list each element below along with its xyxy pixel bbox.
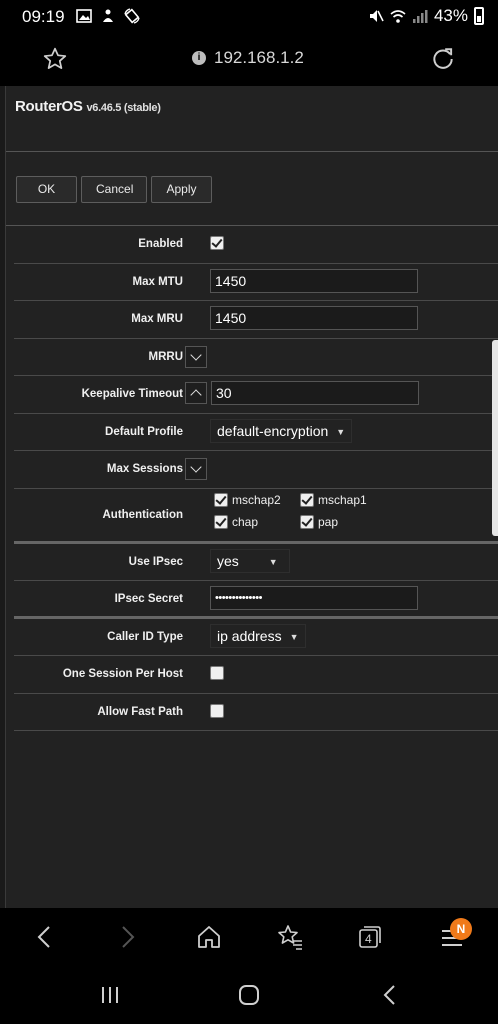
scrollbar-handle[interactable] (492, 340, 498, 536)
row-enabled: Enabled (14, 226, 498, 264)
status-bar: 09:19 43% (0, 0, 498, 34)
browser-url-bar: i 192.168.1.2 (0, 34, 498, 86)
tabs-button[interactable]: 4 (356, 924, 382, 950)
max-mru-label: Max MRU (131, 313, 183, 325)
battery-icon (474, 7, 484, 25)
max-mru-input[interactable]: 1450 (210, 306, 418, 330)
caller-id-type-value: ip address (217, 627, 282, 644)
row-max-mru: Max MRU 1450 (14, 301, 498, 339)
auth-pap-label: pap (318, 514, 339, 529)
auth-pap-checkbox[interactable] (300, 514, 314, 529)
system-back-icon[interactable] (380, 983, 400, 1007)
rotate-lock-icon (124, 8, 140, 24)
brand-title: RouterOS v6.46.5 (stable) (15, 98, 161, 115)
one-session-per-host-label: One Session Per Host (62, 668, 183, 680)
row-max-sessions: Max Sessions (14, 451, 498, 489)
default-profile-value: default-encryption (217, 422, 329, 439)
cancel-button[interactable]: Cancel (81, 176, 147, 203)
ipsec-secret-label: IPsec Secret (114, 593, 183, 605)
keepalive-timeout-label: Keepalive Timeout (81, 388, 183, 400)
row-max-mtu: Max MTU 1450 (14, 264, 498, 301)
ipsec-secret-input[interactable]: •••••••••••••• (210, 586, 418, 610)
browser-bottom-nav: 4 (0, 908, 498, 966)
row-one-session-per-host: One Session Per Host (14, 656, 498, 694)
mrru-expand-button[interactable] (185, 345, 207, 368)
auth-mschap1-checkbox[interactable] (300, 492, 314, 507)
system-nav-bar (0, 966, 498, 1024)
wifi-icon (390, 10, 406, 23)
row-mrru: MRRU (14, 339, 498, 376)
max-mtu-label: Max MTU (132, 275, 183, 288)
notification-badge: N (450, 918, 472, 940)
brand-version: v6.46.5 (stable) (86, 102, 161, 114)
caller-id-type-label: Caller ID Type (107, 630, 183, 643)
tabs-count: 4 (365, 932, 372, 946)
settings-form: Enabled Max MTU 1450 Max MRU 1450 MRRU K… (14, 226, 498, 731)
keepalive-collapse-button[interactable] (185, 382, 207, 404)
row-use-ipsec: Use IPsec yes ▼ (14, 544, 498, 581)
use-ipsec-label: Use IPsec (128, 555, 183, 568)
url-text[interactable]: 192.168.1.2 (214, 48, 304, 68)
recents-icon[interactable] (99, 984, 121, 1006)
max-sessions-label: Max Sessions (106, 463, 183, 475)
mute-icon (369, 10, 384, 22)
auth-chap[interactable]: chap (214, 514, 300, 529)
signal-icon (412, 10, 428, 23)
row-ipsec-secret: IPsec Secret •••••••••••••• (14, 581, 498, 619)
auth-mschap1-label: mschap1 (318, 492, 367, 507)
authentication-label: Authentication (102, 508, 184, 521)
auth-mschap2-label: mschap2 (232, 492, 281, 507)
bookmarks-icon[interactable] (276, 924, 304, 950)
toolbar: OK Cancel Apply (16, 176, 212, 203)
home-icon[interactable] (196, 924, 222, 950)
use-ipsec-select[interactable]: yes ▼ (210, 548, 290, 573)
reload-icon[interactable] (430, 46, 456, 72)
pin-icon (103, 9, 113, 22)
keepalive-timeout-input[interactable]: 30 (211, 381, 419, 405)
gallery-icon (76, 9, 92, 23)
ok-button[interactable]: OK (16, 176, 77, 203)
info-icon[interactable]: i (192, 51, 206, 65)
battery-percent: 43% (433, 6, 468, 25)
chevron-down-icon: ▼ (289, 631, 299, 642)
auth-pap[interactable]: pap (300, 514, 380, 529)
default-profile-select[interactable]: default-encryption ▼ (210, 418, 353, 443)
bookmark-star-icon[interactable] (42, 46, 68, 72)
use-ipsec-value: yes (217, 552, 239, 569)
clock: 09:19 (22, 7, 65, 26)
row-caller-id-type: Caller ID Type ip address ▼ (14, 619, 498, 656)
brand-name: RouterOS (15, 98, 83, 115)
auth-mschap2-checkbox[interactable] (214, 492, 228, 507)
enabled-checkbox[interactable] (210, 236, 224, 250)
mrru-label: MRRU (148, 350, 184, 363)
auth-chap-checkbox[interactable] (214, 514, 228, 529)
page-content: RouterOS v6.46.5 (stable) OK Cancel Appl… (0, 86, 498, 908)
caller-id-type-select[interactable]: ip address ▼ (210, 623, 306, 648)
page-header: RouterOS v6.46.5 (stable) (6, 86, 498, 152)
chevron-down-icon: ▼ (268, 556, 278, 567)
auth-chap-label: chap (232, 514, 259, 529)
allow-fast-path-label: Allow Fast Path (97, 705, 183, 718)
one-session-per-host-checkbox[interactable] (210, 666, 224, 680)
back-icon[interactable] (34, 924, 56, 950)
enabled-label: Enabled (138, 238, 183, 250)
row-keepalive-timeout: Keepalive Timeout 30 (14, 376, 498, 414)
default-profile-label: Default Profile (105, 425, 183, 438)
chevron-down-icon: ▼ (336, 426, 346, 437)
row-allow-fast-path: Allow Fast Path (14, 694, 498, 731)
row-default-profile: Default Profile default-encryption ▼ (14, 414, 498, 451)
max-mtu-input[interactable]: 1450 (210, 268, 418, 293)
auth-mschap1[interactable]: mschap1 (300, 492, 380, 507)
max-sessions-expand-button[interactable] (185, 458, 207, 480)
auth-mschap2[interactable]: mschap2 (214, 492, 300, 507)
home-button-icon[interactable] (238, 984, 260, 1006)
apply-button[interactable]: Apply (151, 176, 212, 203)
allow-fast-path-checkbox[interactable] (210, 703, 224, 718)
left-frame-strip (0, 86, 6, 908)
forward-icon[interactable] (116, 924, 138, 950)
row-authentication: Authentication mschap2 mschap1 chap pap (14, 489, 498, 544)
